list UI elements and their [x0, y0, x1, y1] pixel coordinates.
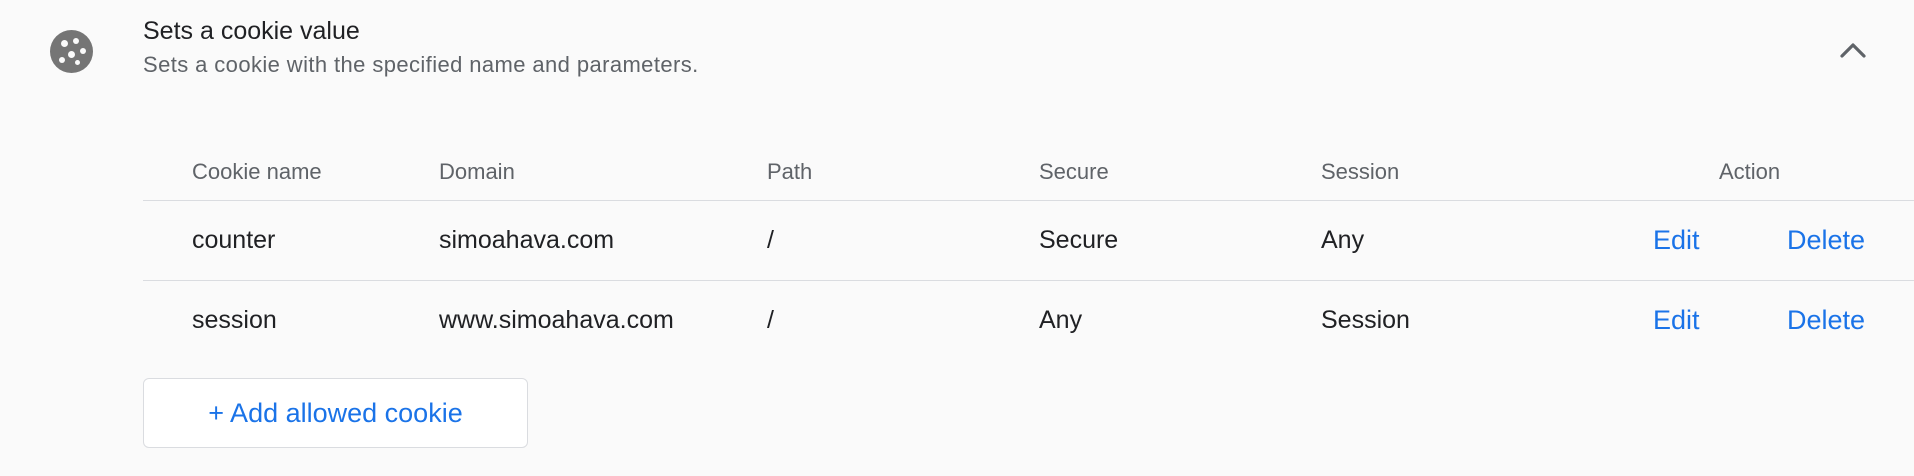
domain-cell: www.simoahava.com: [439, 306, 674, 334]
column-header-cookie-name: Cookie name: [192, 159, 322, 184]
column-header-action: Action: [1719, 159, 1781, 184]
cookie-permission-panel: Sets a cookie value Sets a cookie with t…: [0, 0, 1914, 476]
domain-cell: simoahava.com: [439, 226, 615, 254]
column-header-session: Session: [1321, 159, 1400, 184]
section-title: Sets a cookie value: [143, 17, 360, 45]
delete-button[interactable]: Delete: [1787, 217, 1865, 263]
table-header: Cookie name Domain Path Secure Session A…: [143, 140, 1914, 201]
path-cell: /: [767, 226, 774, 254]
table-row: counter simoahava.com / Secure Any Edit …: [143, 201, 1914, 281]
path-cell: /: [767, 306, 774, 334]
cookie-name-cell: session: [192, 306, 277, 334]
section-subtitle: Sets a cookie with the specified name an…: [143, 52, 699, 77]
delete-button[interactable]: Delete: [1787, 297, 1865, 343]
column-header-path: Path: [767, 159, 813, 184]
chevron-up-icon[interactable]: [1833, 30, 1873, 70]
edit-button[interactable]: Edit: [1653, 297, 1700, 343]
secure-cell: Any: [1039, 306, 1083, 334]
edit-button[interactable]: Edit: [1653, 217, 1700, 263]
cookie-icon: [50, 30, 93, 73]
cookie-name-cell: counter: [192, 226, 276, 254]
column-header-domain: Domain: [439, 159, 515, 184]
column-header-secure: Secure: [1039, 159, 1109, 184]
secure-cell: Secure: [1039, 226, 1119, 254]
table-row: session www.simoahava.com / Any Session …: [143, 281, 1914, 360]
add-allowed-cookie-button[interactable]: + Add allowed cookie: [143, 378, 528, 448]
session-cell: Session: [1321, 306, 1410, 334]
session-cell: Any: [1321, 226, 1365, 254]
